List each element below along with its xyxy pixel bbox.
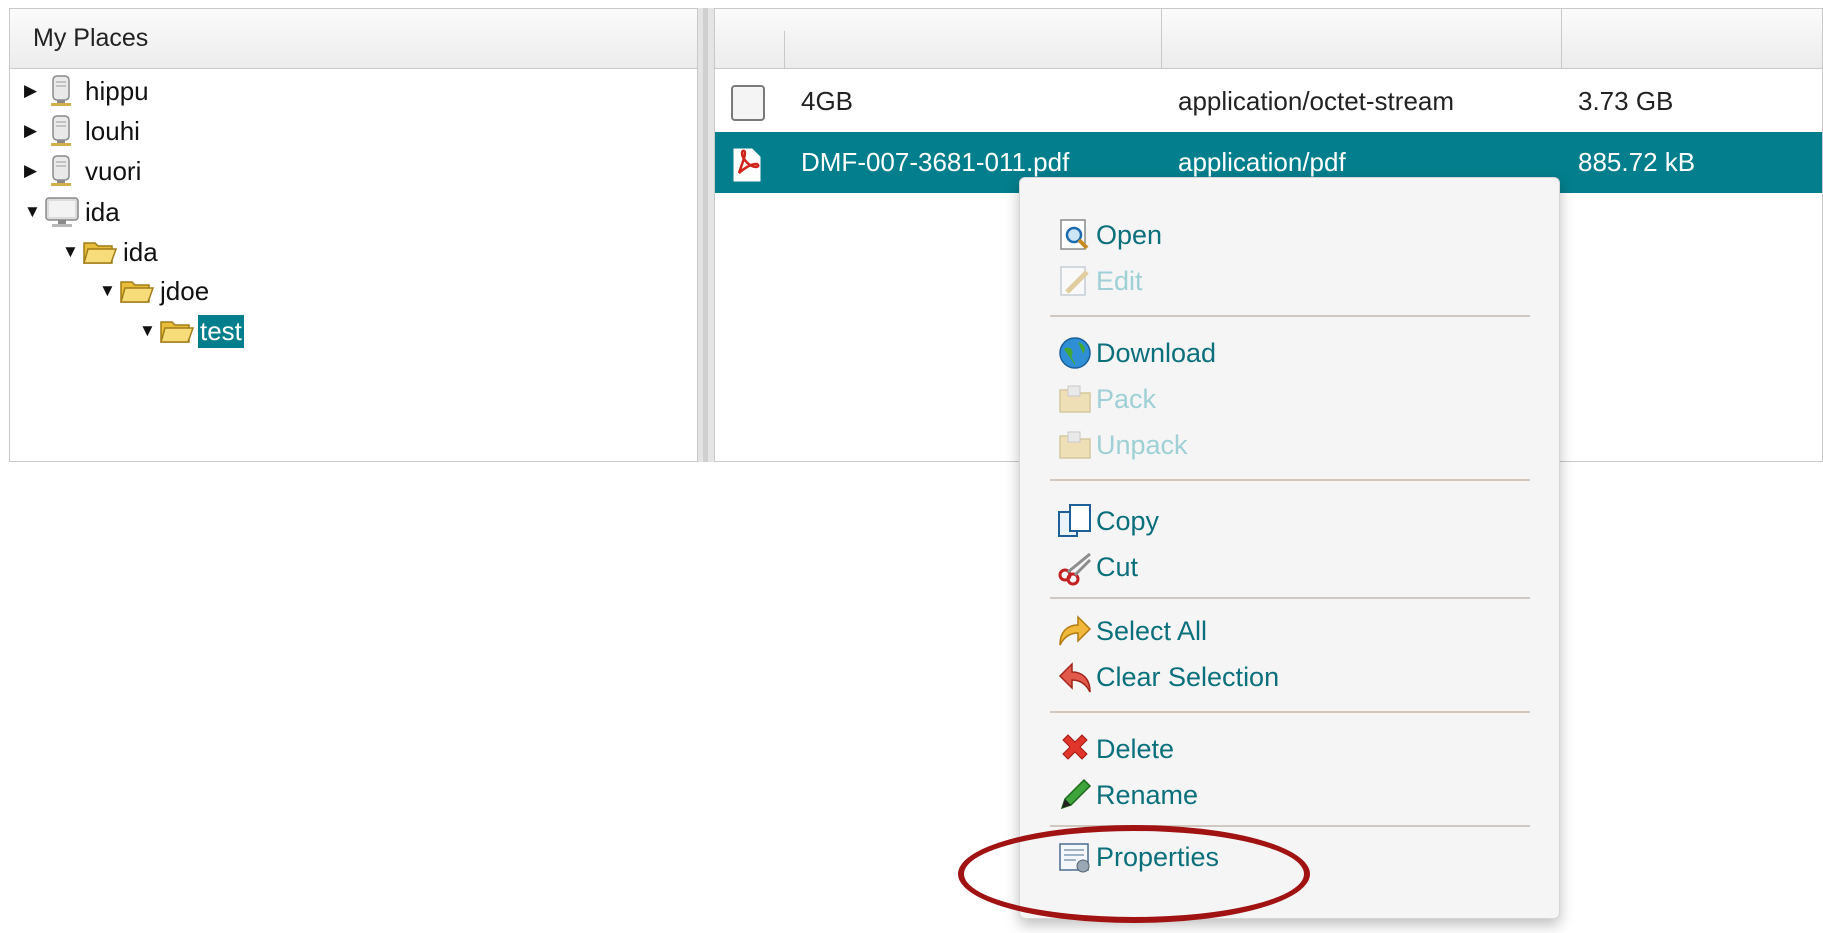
pdf-icon (731, 144, 763, 182)
column-divider[interactable] (1561, 9, 1562, 68)
tree-node-louhi[interactable]: ▶ louhi (24, 109, 142, 153)
expand-arrow-icon[interactable]: ▶ (24, 161, 44, 181)
menu-item-label: Delete (1096, 733, 1175, 764)
server-icon (44, 114, 80, 148)
expand-arrow-icon[interactable]: ▶ (24, 121, 44, 141)
expand-arrow-icon[interactable]: ▶ (24, 81, 44, 101)
collapse-arrow-icon[interactable]: ▼ (24, 202, 44, 222)
tree-node-test[interactable]: ▼ test (139, 309, 244, 353)
delete-x-icon (1056, 730, 1094, 768)
file-size: 3.73 GB (1578, 86, 1674, 116)
file-size: 885.72 kB (1578, 147, 1696, 177)
open-magnifier-icon (1056, 216, 1094, 254)
menu-item-open[interactable]: Open (1056, 212, 1162, 258)
tree-node-label: ida (123, 236, 158, 267)
server-icon (44, 154, 80, 188)
menu-separator (1050, 479, 1530, 481)
context-menu: Open Edit Download Pack Unpack Copy Cut … (1019, 177, 1560, 919)
places-panel-title: My Places (10, 9, 699, 69)
menu-separator (1050, 711, 1530, 713)
pack-icon (1056, 380, 1094, 418)
tree-node-ida-host[interactable]: ▼ ida (24, 190, 122, 234)
clear-selection-arrow-icon (1056, 658, 1094, 696)
menu-item-edit[interactable]: Edit (1056, 258, 1143, 304)
menu-item-unpack[interactable]: Unpack (1056, 422, 1188, 468)
tree-node-label: hippu (85, 75, 149, 106)
file-name: 4GB (801, 86, 854, 116)
scissors-icon (1056, 548, 1094, 586)
tree-node-vuori[interactable]: ▶ vuori (24, 149, 143, 193)
file-generic-icon (730, 83, 766, 121)
column-divider[interactable] (784, 31, 785, 68)
menu-item-clear-selection[interactable]: Clear Selection (1056, 654, 1279, 700)
menu-item-pack[interactable]: Pack (1056, 376, 1156, 422)
folder-open-icon (119, 274, 155, 308)
tree-node-label: vuori (85, 155, 142, 186)
computer-icon (44, 195, 80, 229)
menu-item-label: Select All (1096, 615, 1208, 646)
menu-item-label: Open (1096, 219, 1163, 250)
tree-node-hippu[interactable]: ▶ hippu (24, 69, 151, 113)
file-manager-window: My Places ▶ hippu ▶ louhi ▶ vuori ▼ ida … (0, 0, 1823, 933)
places-panel: My Places ▶ hippu ▶ louhi ▶ vuori ▼ ida … (9, 8, 699, 462)
menu-item-delete[interactable]: Delete (1056, 726, 1174, 772)
menu-item-label: Unpack (1096, 429, 1188, 460)
collapse-arrow-icon[interactable]: ▼ (62, 242, 82, 262)
tree-node-label: ida (85, 196, 120, 227)
menu-item-label: Copy (1096, 505, 1160, 536)
server-icon (44, 74, 80, 108)
menu-item-label: Download (1096, 337, 1217, 368)
menu-item-label: Edit (1096, 265, 1143, 296)
menu-item-cut[interactable]: Cut (1056, 544, 1138, 590)
collapse-arrow-icon[interactable]: ▼ (99, 281, 119, 301)
unpack-icon (1056, 426, 1094, 464)
folder-open-icon (159, 314, 195, 348)
tree-node-label-selected: test (198, 314, 244, 348)
file-row[interactable]: 4GB application/octet-stream 3.73 GB (715, 71, 1822, 132)
pane-splitter[interactable] (697, 8, 715, 462)
globe-download-icon (1056, 334, 1094, 372)
tree-node-ida-folder[interactable]: ▼ ida (62, 230, 160, 274)
column-divider[interactable] (1161, 9, 1162, 68)
tree-node-jdoe[interactable]: ▼ jdoe (99, 269, 211, 313)
menu-item-copy[interactable]: Copy (1056, 498, 1159, 544)
tree-node-label: jdoe (160, 275, 210, 306)
tree-node-label: louhi (85, 115, 140, 146)
file-type: application/octet-stream (1178, 86, 1455, 116)
annotation-highlight-ellipse (958, 825, 1310, 923)
select-all-arrow-icon (1056, 612, 1094, 650)
edit-icon (1056, 262, 1094, 300)
menu-item-download[interactable]: Download (1056, 330, 1216, 376)
menu-separator (1050, 597, 1530, 599)
file-list-header (715, 9, 1822, 69)
folder-open-icon (82, 235, 118, 269)
menu-item-label: Rename (1096, 779, 1199, 810)
menu-item-label: Clear Selection (1096, 661, 1280, 692)
menu-item-select-all[interactable]: Select All (1056, 608, 1207, 654)
collapse-arrow-icon[interactable]: ▼ (139, 321, 159, 341)
menu-item-label: Pack (1096, 383, 1157, 414)
menu-item-label: Cut (1096, 551, 1139, 582)
menu-separator (1050, 315, 1530, 317)
menu-item-rename[interactable]: Rename (1056, 772, 1198, 818)
copy-icon (1056, 502, 1094, 540)
pencil-icon (1056, 776, 1094, 814)
